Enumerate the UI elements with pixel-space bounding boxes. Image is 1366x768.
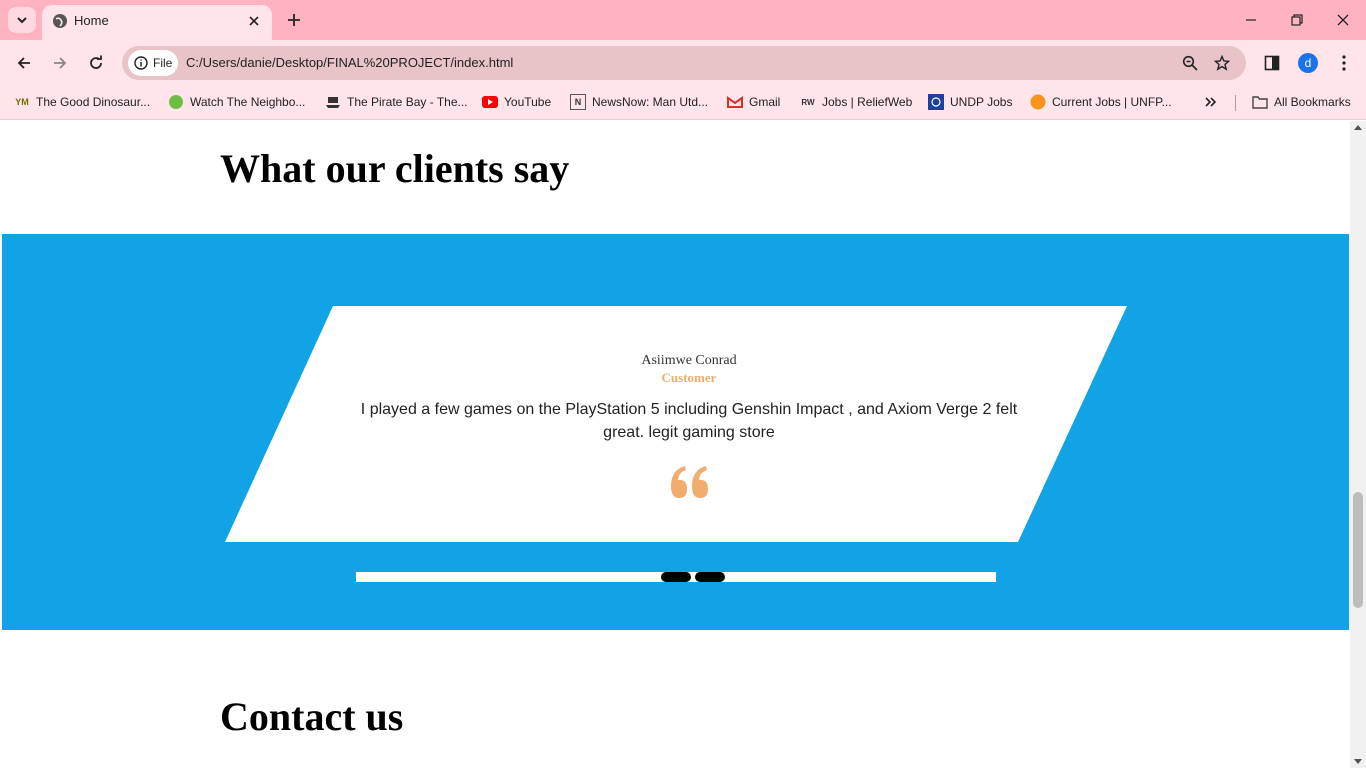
reload-button[interactable] — [84, 51, 108, 75]
bookmark-item[interactable]: UNDP Jobs — [928, 92, 1012, 112]
close-tab-icon[interactable] — [244, 11, 264, 31]
bookmark-item[interactable]: Gmail — [727, 92, 780, 112]
bookmark-label: The Good Dinosaur... — [36, 95, 151, 109]
avatar: d — [1298, 53, 1318, 73]
bookmark-item[interactable]: Watch The Neighbo... — [168, 92, 305, 112]
bookmark-label: Gmail — [749, 95, 781, 109]
back-button[interactable] — [12, 51, 36, 75]
kebab-menu-icon — [1342, 55, 1346, 71]
gmail-icon — [727, 94, 743, 110]
tab-strip: Home — [0, 0, 1366, 40]
unfpa-icon — [1030, 94, 1046, 110]
url-text[interactable]: C:/Users/danie/Desktop/FINAL%20PROJECT/i… — [186, 55, 513, 70]
site-info-label: File — [153, 56, 173, 70]
minimize-icon — [1246, 19, 1256, 21]
tab-search-button[interactable] — [8, 7, 36, 33]
close-icon — [1337, 14, 1349, 26]
youtube-icon — [482, 94, 498, 110]
side-panel-icon — [1264, 55, 1280, 71]
bookmark-item[interactable]: YouTube — [482, 92, 551, 112]
close-window-button[interactable] — [1330, 8, 1356, 32]
bookmark-item[interactable]: YM The Good Dinosaur... — [14, 92, 150, 112]
menu-button[interactable] — [1332, 51, 1356, 75]
folder-icon — [1252, 96, 1268, 109]
page-viewport: What our clients say Asiimwe Conrad Cust… — [0, 121, 1350, 768]
plus-icon — [288, 14, 300, 26]
testimonial-section: Asiimwe Conrad Customer I played a few g… — [2, 234, 1349, 630]
all-bookmarks-button[interactable]: All Bookmarks — [1252, 92, 1351, 112]
bookmarks-bar: YM The Good Dinosaur... Watch The Neighb… — [0, 86, 1366, 120]
profile-button[interactable]: d — [1296, 51, 1320, 75]
address-bar[interactable]: File C:/Users/danie/Desktop/FINAL%20PROJ… — [122, 46, 1246, 80]
globe-icon — [53, 14, 67, 28]
restore-icon — [1291, 14, 1303, 26]
tab-home[interactable]: Home — [42, 5, 272, 40]
bookmark-label: Current Jobs | UNFP... — [1052, 95, 1172, 109]
bookmark-item[interactable]: RW Jobs | ReliefWeb — [800, 92, 912, 112]
forward-button[interactable] — [48, 51, 72, 75]
pirate-ship-icon — [325, 94, 341, 110]
newsnow-icon: N — [570, 94, 586, 110]
bookmark-item[interactable]: The Pirate Bay - The... — [325, 92, 468, 112]
scroll-up-arrow-icon[interactable] — [1354, 125, 1362, 130]
bookmark-label: Watch The Neighbo... — [190, 95, 306, 109]
side-panel-button[interactable] — [1260, 51, 1284, 75]
ym-icon: YM — [15, 97, 29, 107]
quote-icon — [671, 466, 708, 498]
reload-icon — [90, 55, 102, 69]
bookmark-label: Jobs | ReliefWeb — [822, 95, 913, 109]
testimonial-text: I played a few games on the PlayStation … — [360, 401, 1018, 441]
slider-dot-2[interactable] — [695, 572, 725, 582]
bookmark-label: NewsNow: Man Utd... — [592, 95, 709, 109]
bookmark-star-icon[interactable] — [1212, 53, 1232, 73]
undp-icon — [928, 94, 944, 110]
testimonial-author: Asiimwe Conrad — [641, 353, 737, 368]
tab-title: Home — [74, 13, 109, 28]
zoom-icon[interactable] — [1180, 53, 1200, 73]
more-bookmarks-button[interactable] — [1204, 92, 1218, 112]
arrow-right-icon — [54, 57, 67, 69]
contact-heading: Contact us — [220, 694, 404, 739]
double-chevron-right-icon — [1205, 97, 1217, 107]
bookmark-label: The Pirate Bay - The... — [347, 95, 468, 109]
restore-button[interactable] — [1284, 8, 1310, 32]
bookmark-label: YouTube — [504, 95, 552, 109]
arrow-left-icon — [17, 57, 30, 69]
all-bookmarks-label: All Bookmarks — [1274, 95, 1351, 109]
scroll-down-arrow-icon[interactable] — [1354, 759, 1362, 764]
clients-heading: What our clients say — [220, 146, 570, 191]
minimize-button[interactable] — [1238, 8, 1264, 32]
vertical-scrollbar[interactable] — [1350, 121, 1366, 768]
reliefweb-icon: RW — [801, 97, 815, 107]
bookmark-item[interactable]: N NewsNow: Man Utd... — [570, 92, 708, 112]
bookmarks-separator — [1235, 95, 1236, 111]
new-tab-button[interactable] — [284, 10, 304, 30]
testimonial-card: Asiimwe Conrad Customer I played a few g… — [225, 306, 1127, 542]
bookmark-label: UNDP Jobs — [950, 95, 1013, 109]
slider-dot-1[interactable] — [661, 572, 691, 582]
site-info-chip[interactable]: File — [128, 50, 178, 76]
bookmark-item[interactable]: Current Jobs | UNFP... — [1030, 92, 1172, 112]
testimonial-role: Customer — [661, 370, 717, 385]
browser-toolbar: File C:/Users/danie/Desktop/FINAL%20PROJ… — [0, 40, 1366, 86]
green-circle-icon — [168, 94, 184, 110]
info-icon — [134, 56, 148, 70]
scrollbar-thumb[interactable] — [1353, 492, 1363, 608]
chevron-down-icon — [17, 17, 27, 24]
